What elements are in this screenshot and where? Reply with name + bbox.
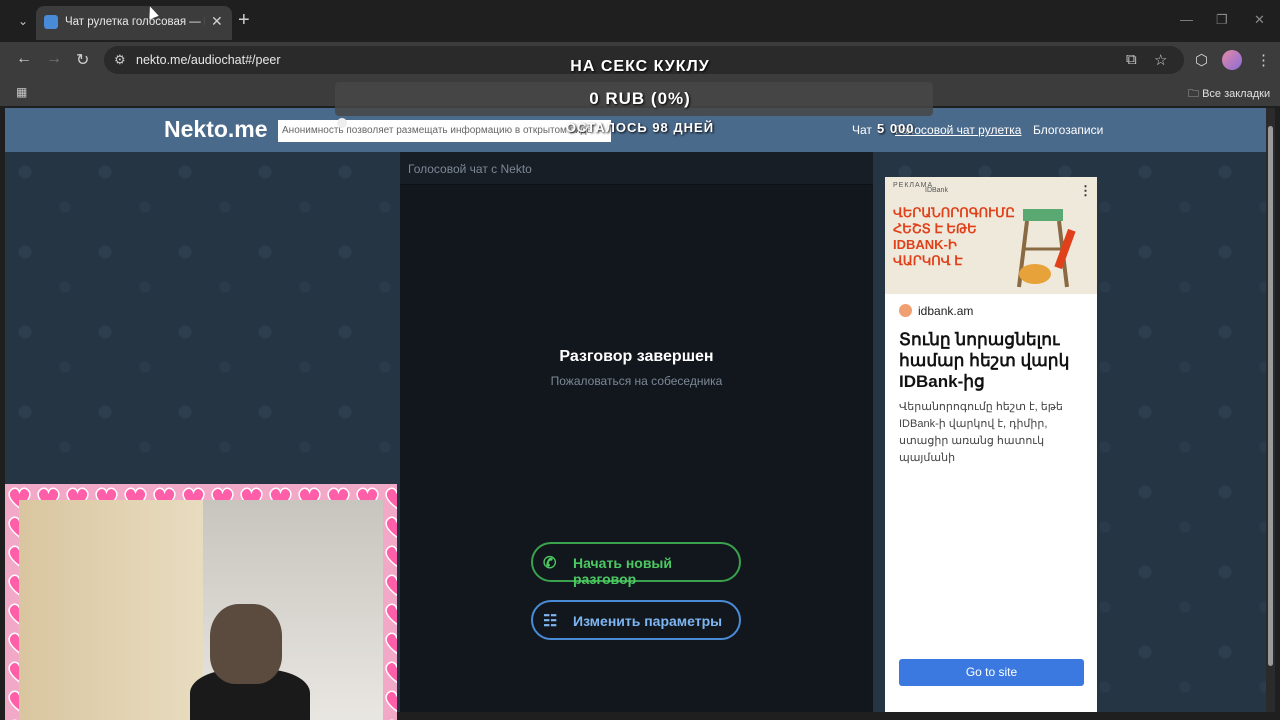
ad-title[interactable]: Տունը նորացնելու համար հեշտ վարկ IDBank-… [899,329,1089,392]
ad-options-icon[interactable]: ⋮ [1079,183,1092,199]
ad-source[interactable]: idbank.am [918,304,973,318]
maximize-icon[interactable]: ❐ [1216,12,1228,28]
ad-body: Վերանորոգումը հեշտ է, եթե IDBank-ի վարկո… [899,401,1063,464]
advertisement[interactable]: РЕКЛАМА IDBank ⋮ ՎԵՐԱՆՈՐՈԳՈՒՄԸ ՀԵՇՏ Է ԵԹ… [885,177,1097,712]
tab-close-icon[interactable]: ✕ [211,13,223,30]
webcam-wall [19,500,203,720]
chat-header: Голосовой чат с Nekto [400,152,873,185]
scrollbar-thumb[interactable] [1268,126,1273,666]
change-parameters-button[interactable]: ☷ Изменить параметры [531,600,741,640]
donation-target: 5 000 [877,121,915,136]
ad-go-to-site-button[interactable]: Go to site [899,659,1084,686]
list-settings-icon: ☷ [543,613,558,630]
start-new-label: Начать новый разговор [573,555,672,587]
ad-brand: IDBank [925,187,948,194]
idbank-logo-icon [899,304,912,317]
new-tab-icon[interactable]: + [238,9,250,32]
phone-icon: ✆ [543,555,557,572]
close-window-icon[interactable]: ✕ [1254,12,1265,28]
change-params-label: Изменить параметры [573,613,723,629]
ad-image-headline: ՎԵՐԱՆՈՐՈԳՈՒՄԸ ՀԵՇՏ Է ԵԹԵ IDBANK-Ի ՎԱՐԿՈՎ… [893,205,1015,268]
voice-chat-panel: Голосовой чат с Nekto Разговор завершен … [400,152,873,712]
conversation-ended-text: Разговор завершен [559,348,714,365]
page-scrollbar[interactable] [1266,108,1275,712]
browser-tabbar: ⌄ Чат рулетка голосовая — Nekto ✕ + — ❐ … [0,0,1280,42]
webcam-person-head [210,604,282,684]
tab-title: Чат рулетка голосовая — Nekto [65,16,205,28]
donation-goal-title: НА СЕКС КУКЛУ [570,58,710,75]
donation-amount: 0 RUB (0%) [589,89,691,108]
favicon-icon [44,15,58,29]
report-partner-link[interactable]: Пожаловаться на собеседника [400,374,873,388]
donation-days-remaining: ОСТАЛОСЬ 98 ДНЕЙ [565,120,715,135]
paint-ladder-illustration [1017,209,1076,288]
webcam-overlay [5,484,397,720]
tab-search-icon[interactable]: ⌄ [12,11,34,31]
ad-banner-image[interactable]: РЕКЛАМА IDBank ⋮ ՎԵՐԱՆՈՐՈԳՈՒՄԸ ՀԵՇՏ Է ԵԹ… [885,177,1097,294]
start-new-conversation-button[interactable]: ✆ Начать новый разговор [531,542,741,587]
chat-title: Голосовой чат с Nekto [408,162,532,176]
browser-tab-active[interactable]: Чат рулетка голосовая — Nekto ✕ [36,6,232,40]
minimize-icon[interactable]: — [1180,12,1193,27]
